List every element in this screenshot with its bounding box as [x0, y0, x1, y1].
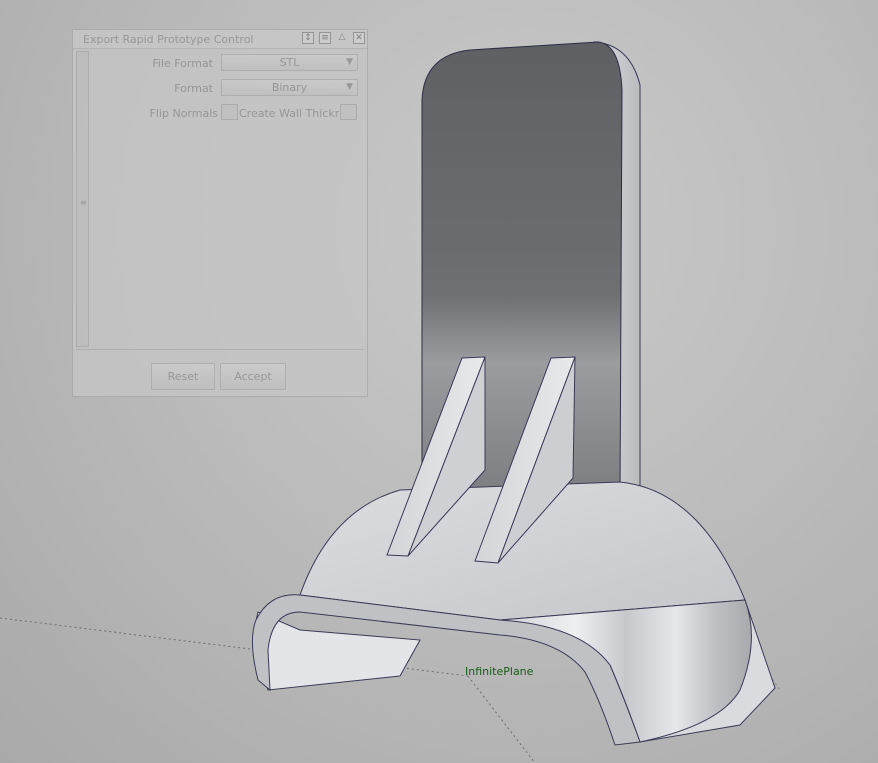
file-format-dropdown[interactable]: STL ▼	[221, 54, 358, 71]
resize-icon[interactable]: ↕	[302, 32, 314, 44]
format-label: Format	[174, 82, 213, 95]
accept-button[interactable]: Accept	[220, 363, 286, 390]
panel-side-strip[interactable]: ≡	[76, 51, 89, 347]
create-wall-thickness-label: Create Wall Thicknes	[239, 107, 339, 120]
grip-icon: ≡	[80, 198, 87, 207]
flip-normals-checkbox[interactable]	[221, 104, 238, 120]
chevron-down-icon: ▼	[346, 82, 353, 92]
format-value: Binary	[271, 81, 308, 94]
export-rapid-prototype-panel: Export Rapid Prototype Control ↕ ≡ △ ✕ ≡…	[72, 29, 368, 397]
chevron-down-icon: ▼	[346, 57, 353, 67]
base-left-leg	[255, 611, 421, 691]
file-format-value: STL	[279, 56, 300, 69]
collapse-icon[interactable]: △	[336, 32, 348, 44]
format-dropdown[interactable]: Binary ▼	[221, 79, 358, 96]
file-format-label: File Format	[152, 57, 213, 70]
close-icon[interactable]: ✕	[353, 32, 365, 44]
menu-icon[interactable]: ≡	[319, 32, 331, 44]
flip-normals-label: Flip Normals	[149, 107, 218, 120]
panel-divider	[76, 349, 364, 350]
panel-titlebar[interactable]: Export Rapid Prototype Control ↕ ≡ △ ✕	[73, 30, 367, 49]
ground-line-right	[467, 675, 536, 763]
infinite-plane-label: InfinitePlane	[465, 665, 534, 678]
create-wall-thickness-checkbox[interactable]	[340, 104, 357, 120]
panel-title: Export Rapid Prototype Control	[83, 33, 254, 46]
reset-button[interactable]: Reset	[151, 363, 215, 390]
